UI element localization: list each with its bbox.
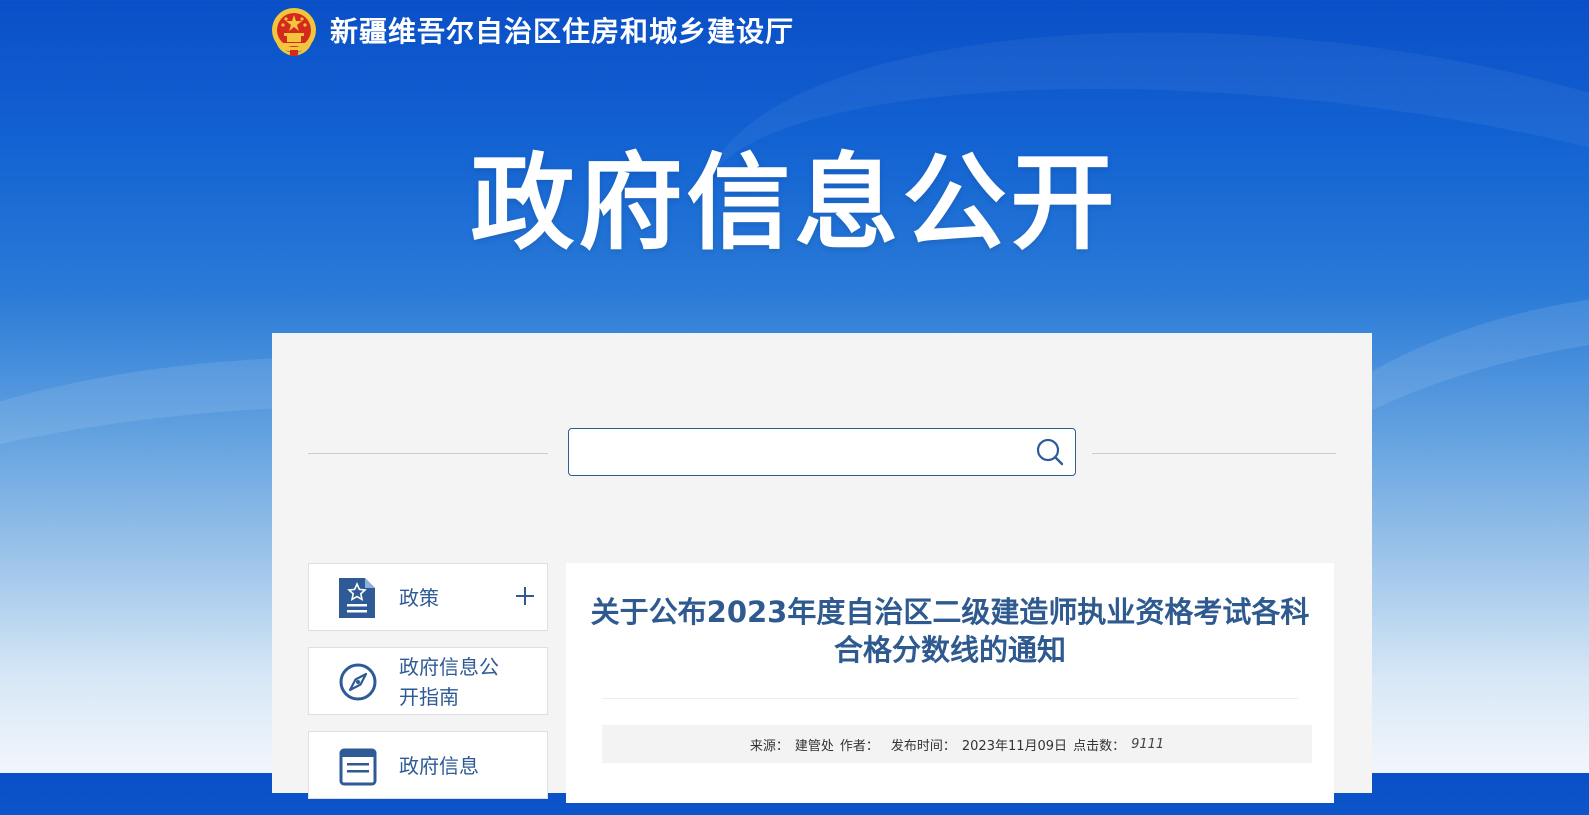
meta-hits-label: 点击数： bbox=[1073, 738, 1126, 754]
meta-source-label: 来源： bbox=[749, 738, 789, 754]
search-icon[interactable] bbox=[1035, 437, 1065, 467]
sidebar-item-guide[interactable]: 政府信息公开指南 bbox=[308, 647, 548, 715]
compass-icon bbox=[337, 660, 379, 704]
plus-icon[interactable] bbox=[513, 584, 537, 608]
meta-date: 2023年11月09日 bbox=[961, 738, 1068, 754]
content-panel: 政策 政府信息公开指南 政府信息 关于公布2023年度自治区二级建造师执业资格考… bbox=[272, 333, 1372, 803]
meta-source: 建管处 bbox=[794, 738, 834, 754]
search-input[interactable] bbox=[581, 429, 1025, 475]
policy-document-icon bbox=[337, 576, 379, 620]
sidebar-item-label: 政府信息公开指南 bbox=[399, 655, 499, 709]
meta-hits: 9111 bbox=[1131, 736, 1165, 752]
sidebar-item-label: 政府信息 bbox=[399, 754, 479, 778]
search-divider bbox=[308, 453, 548, 454]
site-header[interactable]: 新疆维吾尔自治区住房和城乡建设厅 bbox=[270, 4, 794, 60]
site-name[interactable]: 新疆维吾尔自治区住房和城乡建设厅 bbox=[330, 4, 794, 60]
meta-date-label: 发布时间： bbox=[890, 738, 956, 754]
article-meta: 来源： 建管处 作者： 发布时间： 2023年11月09日 点击数： 9111 bbox=[602, 725, 1312, 763]
article-card: 关于公布2023年度自治区二级建造师执业资格考试各科合格分数线的通知 来源： 建管… bbox=[566, 563, 1334, 803]
meta-author-label: 作者： bbox=[839, 738, 879, 754]
sidebar: 政策 政府信息公开指南 政府信息 bbox=[308, 563, 548, 815]
national-emblem-icon bbox=[270, 6, 318, 58]
list-document-icon bbox=[337, 744, 379, 788]
sidebar-item-policy[interactable]: 政策 bbox=[308, 563, 548, 631]
page-title: 政府信息公开 bbox=[470, 142, 1119, 264]
sidebar-item-label: 政策 bbox=[399, 586, 439, 610]
sidebar-item-info[interactable]: 政府信息 bbox=[308, 731, 548, 799]
search-box bbox=[568, 428, 1076, 476]
article-title: 关于公布2023年度自治区二级建造师执业资格考试各科合格分数线的通知 bbox=[590, 595, 1310, 667]
article-divider bbox=[602, 698, 1298, 699]
search-divider bbox=[1092, 453, 1336, 454]
